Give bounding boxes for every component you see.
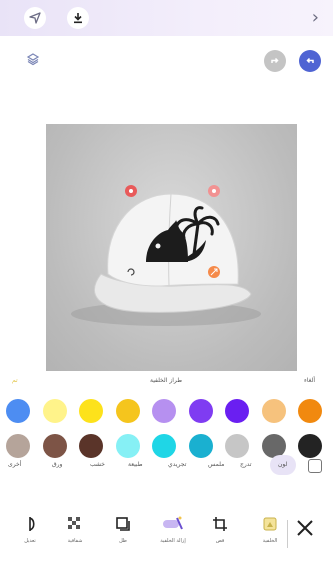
color-swatch[interactable]: [261, 399, 286, 423]
image-icon[interactable]: [308, 459, 322, 473]
rotate-icon: [127, 268, 135, 276]
adjust-icon: [21, 512, 39, 536]
scale-handle[interactable]: [208, 266, 220, 278]
category-tab[interactable]: ملمس: [208, 461, 224, 468]
bottom-toolbar: الخلفية قص إزالة الخلفية ظل شفافية تعديل: [0, 512, 333, 560]
tool-button[interactable]: تعديل: [15, 512, 45, 544]
scale-icon: [210, 268, 218, 276]
tool-button[interactable]: شفافية: [60, 512, 90, 544]
remove-background-icon: [162, 512, 184, 536]
tool-button[interactable]: قص: [205, 512, 235, 544]
chevron-right-icon[interactable]: ›: [312, 7, 319, 28]
dot-icon: [212, 189, 216, 193]
category-tab[interactable]: خشب: [90, 461, 105, 468]
color-swatch[interactable]: [298, 399, 322, 423]
tool-label: الخلفية: [262, 538, 278, 544]
redo-icon: [271, 57, 279, 64]
editor-toolbar: [0, 42, 333, 78]
divider: [287, 520, 288, 548]
color-swatch[interactable]: [42, 399, 67, 423]
layers-icon[interactable]: [26, 51, 40, 70]
send-button[interactable]: [24, 7, 46, 29]
download-icon: [74, 13, 82, 24]
category-tab[interactable]: طبيعة: [128, 461, 143, 468]
tool-label: تعديل: [24, 538, 36, 544]
close-icon: [297, 520, 313, 536]
crop-icon: [211, 512, 229, 536]
resize-handle[interactable]: [208, 185, 220, 197]
category-tab[interactable]: أخرى: [8, 461, 21, 468]
shadow-icon: [114, 512, 132, 536]
color-swatch[interactable]: [6, 399, 30, 423]
color-swatch[interactable]: [152, 399, 176, 423]
color-swatch[interactable]: [115, 399, 140, 423]
tool-label: إزالة الخلفية: [160, 538, 186, 544]
download-button[interactable]: [67, 7, 89, 29]
top-bar: ›: [0, 0, 333, 36]
color-swatch-row-1: [0, 399, 333, 427]
close-icon: [129, 189, 133, 193]
close-button[interactable]: [295, 518, 315, 542]
undo-icon: [306, 57, 314, 64]
background-icon: [261, 512, 279, 536]
panel-header: تم طراز الخلفية ألغاء: [0, 375, 333, 391]
delete-handle[interactable]: [125, 185, 137, 197]
undo-button[interactable]: [299, 50, 321, 72]
tool-button[interactable]: ظل: [108, 512, 138, 544]
redo-button[interactable]: [264, 50, 286, 72]
tool-label: ظل: [119, 538, 127, 544]
color-swatch[interactable]: [188, 399, 213, 423]
panel-title: طراز الخلفية: [150, 377, 182, 384]
tool-label: شفافية: [67, 538, 83, 544]
tool-button[interactable]: إزالة الخلفية: [158, 512, 188, 544]
cap-image: [71, 193, 261, 326]
category-tab[interactable]: لون: [278, 461, 287, 468]
rotate-handle[interactable]: [125, 266, 137, 278]
send-icon: [29, 12, 41, 24]
tool-label: قص: [215, 538, 225, 544]
tool-button[interactable]: الخلفية: [255, 512, 285, 544]
image-canvas[interactable]: [46, 124, 297, 371]
category-tab[interactable]: تجريدي: [168, 461, 186, 468]
cancel-button[interactable]: ألغاء: [304, 377, 315, 384]
color-swatch[interactable]: [79, 399, 103, 423]
category-tabs: لون تدرج ملمس تجريدي طبيعة خشب ورق أخرى: [0, 455, 333, 477]
category-tab[interactable]: ورق: [52, 461, 62, 468]
category-tab[interactable]: تدرج: [240, 461, 252, 468]
transparency-icon: [66, 512, 84, 536]
done-button[interactable]: تم: [12, 377, 18, 384]
color-swatch[interactable]: [225, 399, 249, 423]
